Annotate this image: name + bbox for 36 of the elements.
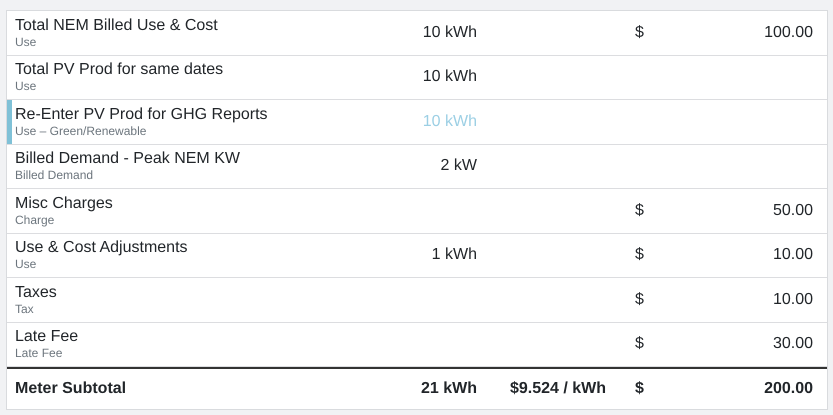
item-type: Use	[15, 257, 38, 272]
subtotal-amount: 200.00	[764, 380, 813, 397]
item-name: Re-Enter PV Prod for GHG Reports	[15, 106, 269, 124]
quantity: 10 kWh	[422, 68, 477, 86]
subtotal-label: Meter Subtotal	[15, 380, 126, 397]
item-type: Use	[15, 34, 38, 49]
currency-symbol: $	[635, 202, 644, 219]
currency-symbol: $	[635, 335, 644, 352]
quantity: 2 kW	[440, 157, 477, 174]
item-name: Total PV Prod for same dates	[15, 61, 224, 80]
item-name: Use & Cost Adjustments	[15, 239, 189, 258]
item-name: Total NEM Billed Use & Cost	[15, 16, 219, 35]
currency-symbol: $	[635, 24, 644, 41]
amount: 10.00	[772, 246, 813, 264]
item-type: Charge	[15, 212, 56, 227]
amount: 30.00	[772, 335, 813, 352]
item-type: Tax	[15, 302, 35, 316]
currency-symbol: $	[635, 380, 644, 397]
amount: 10.00	[772, 290, 813, 308]
subtotal-rate: $9.524 / kWh	[510, 380, 606, 397]
item-name: Billed Demand - Peak NEM KW	[15, 150, 241, 168]
item-type: Use	[15, 79, 38, 94]
item-type: Late Fee	[15, 346, 64, 360]
quantity: 1 kWh	[432, 246, 477, 264]
item-type: Billed Demand	[15, 168, 94, 182]
currency-symbol: $	[635, 290, 644, 308]
quantity: 10 kWh	[422, 24, 477, 41]
currency-symbol: $	[635, 246, 644, 264]
item-name: Taxes	[15, 284, 58, 302]
amount: 100.00	[764, 24, 813, 41]
quantity: 10 kWh	[422, 112, 477, 130]
item-name: Late Fee	[15, 328, 80, 346]
subtotal-quantity: 21 kWh	[420, 380, 477, 397]
item-name: Misc Charges	[15, 194, 114, 213]
item-type: Use – Green/Renewable	[15, 124, 148, 138]
amount: 50.00	[772, 202, 813, 219]
